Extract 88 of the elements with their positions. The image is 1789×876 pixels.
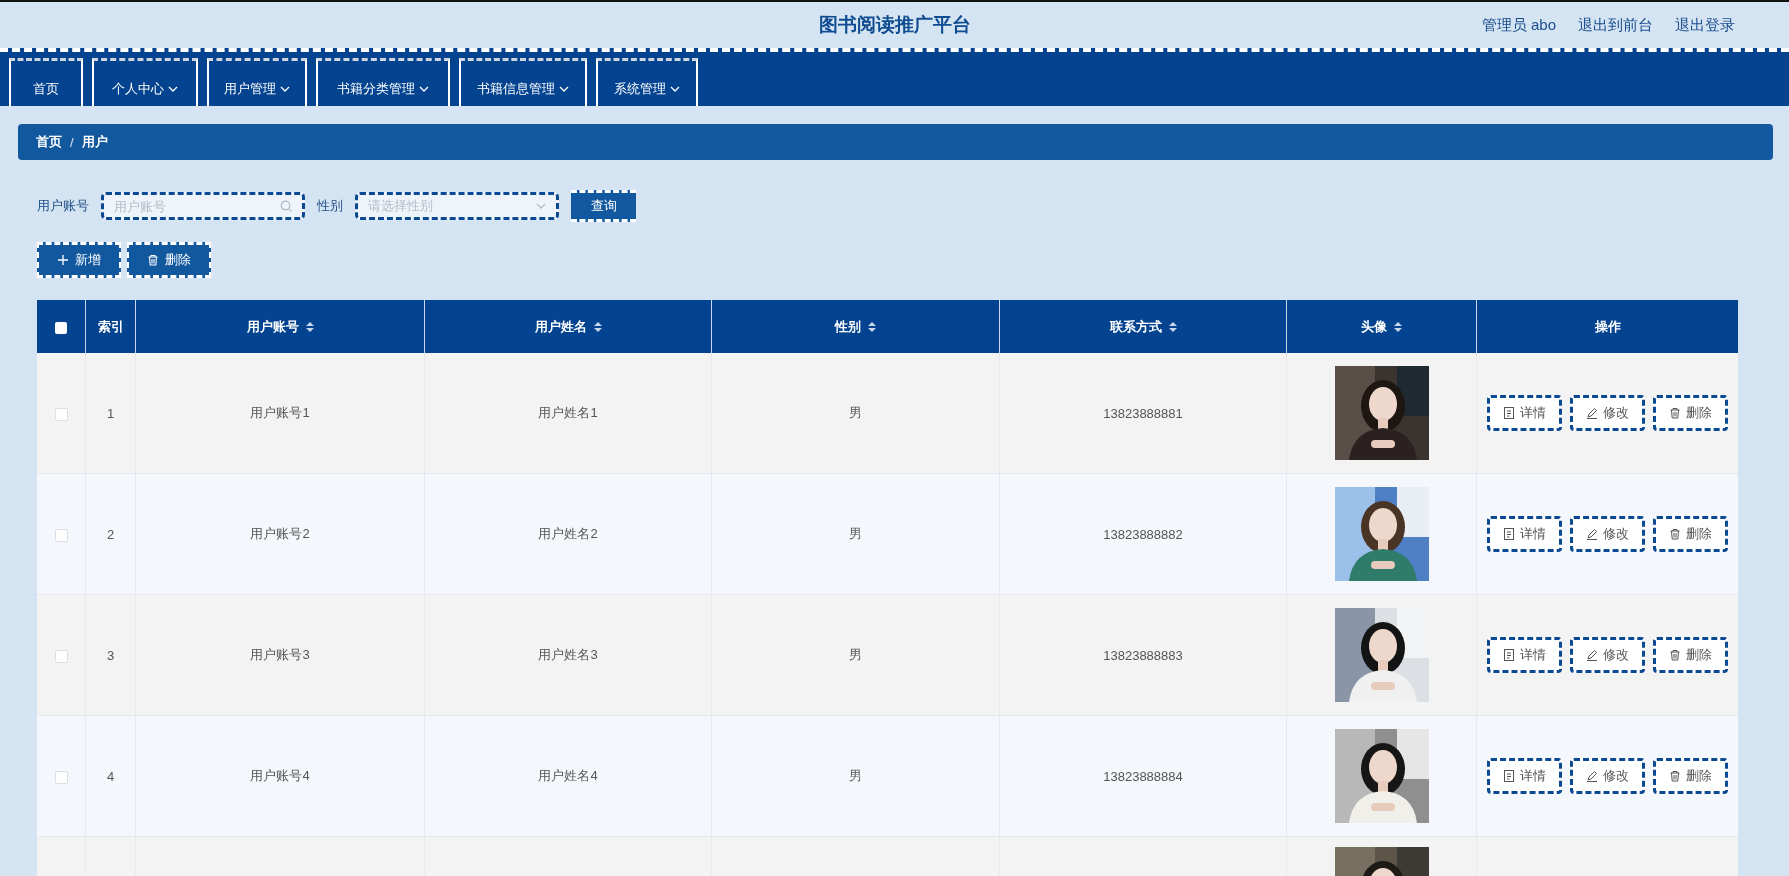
row-checkbox[interactable] [54, 770, 68, 784]
chevron-icon [670, 84, 680, 93]
breadcrumb-item[interactable]: 首页 [36, 133, 62, 151]
field-label: 用户账号 [37, 197, 89, 215]
table-cell: 男 [849, 405, 862, 420]
table-cell: 用户账号3 [250, 647, 310, 662]
table-cell: 用户账号1 [250, 405, 310, 420]
chevron-icon [280, 84, 290, 93]
breadcrumb-separator: / [70, 134, 74, 150]
pencil-icon [1586, 649, 1598, 661]
edit-button[interactable]: 修改 [1570, 395, 1645, 431]
column-header: 用户账号 [246, 317, 299, 336]
chevron-icon [536, 202, 546, 210]
nav-tab[interactable]: 个人中心 [92, 58, 198, 106]
nav-tab[interactable]: 用户管理 [207, 58, 307, 106]
search-icon [280, 200, 292, 212]
trash-icon [147, 254, 159, 266]
details-button[interactable]: 详情 [1487, 637, 1562, 673]
row-checkbox[interactable] [54, 407, 68, 421]
trash-icon [1669, 528, 1681, 540]
site-title: 图书阅读推广平台 [818, 13, 971, 37]
header-link[interactable]: 退出到前台 [1578, 15, 1653, 35]
pencil-icon [1586, 770, 1598, 782]
column-header: 性别 [835, 317, 861, 336]
edit-button[interactable]: 修改 [1570, 758, 1645, 794]
column-header: 头像 [1361, 317, 1387, 336]
row-checkbox[interactable] [54, 528, 68, 542]
table-cell: 用户姓名2 [538, 526, 598, 541]
document-icon [1503, 649, 1515, 661]
sort-icon [1168, 321, 1177, 332]
table-cell: 用户姓名3 [538, 647, 598, 662]
edit-button[interactable]: 修改 [1570, 637, 1645, 673]
delete-button[interactable]: 删除 [1653, 637, 1728, 673]
table-cell: 男 [849, 526, 862, 541]
table-cell: 用户账号4 [250, 768, 310, 783]
table-cell: 用户姓名4 [538, 768, 598, 783]
column-header: 用户姓名 [534, 317, 587, 336]
nav-tab[interactable]: 书籍信息管理 [459, 58, 587, 106]
breadcrumb-item: 用户 [81, 133, 108, 151]
nav-tab[interactable]: 书籍分类管理 [316, 58, 450, 106]
table-cell: 13823888884 [1103, 768, 1183, 784]
table-cell: 13823888881 [1103, 405, 1183, 421]
sort-icon [1394, 321, 1402, 332]
nav-tab[interactable]: 系统管理 [596, 58, 698, 106]
row-checkbox[interactable] [54, 649, 68, 663]
table-cell: 男 [849, 647, 862, 662]
delete-button[interactable]: 删除 [1653, 395, 1728, 431]
chevron-icon [168, 84, 178, 93]
table-cell: 用户账号2 [250, 526, 310, 541]
pencil-icon [1586, 528, 1598, 540]
chevron-icon [419, 84, 429, 93]
column-header: 操作 [1594, 317, 1621, 336]
trash-icon [1669, 407, 1681, 419]
sort-icon [868, 321, 876, 332]
details-button[interactable]: 详情 [1487, 516, 1562, 552]
plus-icon [57, 254, 69, 266]
nav-tab[interactable]: 首页 [9, 58, 83, 106]
trash-icon [1669, 770, 1681, 782]
query-button[interactable]: 查询 [571, 190, 636, 222]
document-icon [1503, 528, 1515, 540]
table-cell: 4 [106, 768, 115, 784]
trash-icon [1669, 649, 1681, 661]
header-link[interactable]: 管理员 abo [1481, 15, 1556, 35]
table-cell: 3 [106, 647, 115, 663]
table-cell: 13823888883 [1103, 647, 1183, 663]
table-cell: 男 [849, 768, 862, 783]
details-button[interactable]: 详情 [1487, 395, 1562, 431]
column-header: 联系方式 [1109, 317, 1162, 336]
table-cell: 用户姓名1 [538, 405, 598, 420]
details-button[interactable]: 详情 [1487, 758, 1562, 794]
table-cell: 2 [106, 526, 115, 542]
edit-button[interactable]: 修改 [1570, 516, 1645, 552]
pencil-icon [1586, 407, 1598, 419]
delete-button[interactable]: 删除 [127, 242, 211, 278]
select-all-checkbox[interactable] [55, 321, 67, 334]
sort-icon [305, 321, 314, 332]
sort-icon [593, 321, 602, 332]
table-cell: 13823888882 [1103, 526, 1183, 542]
document-icon [1503, 770, 1515, 782]
table-cell: 1 [106, 405, 115, 421]
delete-button[interactable]: 删除 [1653, 758, 1728, 794]
add-button[interactable]: 新增 [37, 242, 121, 278]
chevron-icon [559, 84, 569, 93]
column-header: 索引 [97, 317, 124, 336]
delete-button[interactable]: 删除 [1653, 516, 1728, 552]
field-label: 性别 [317, 197, 343, 215]
document-icon [1503, 407, 1515, 419]
header-link[interactable]: 退出登录 [1675, 15, 1735, 35]
